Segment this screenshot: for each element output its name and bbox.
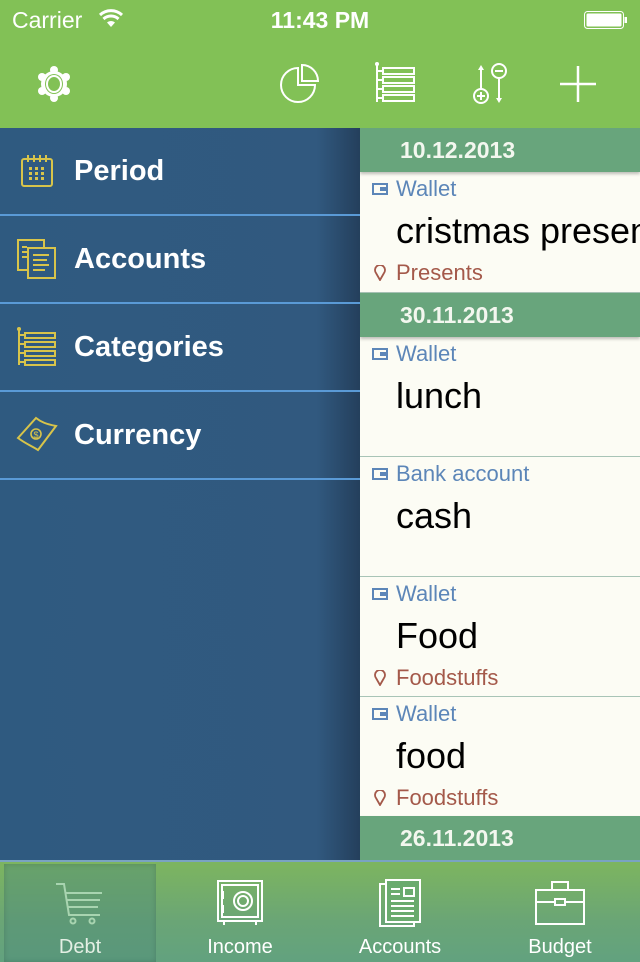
add-button[interactable] <box>554 60 602 108</box>
gear-icon[interactable] <box>30 60 78 108</box>
account-label: Wallet <box>372 341 456 367</box>
menu-item-accounts[interactable]: Accounts <box>0 216 360 304</box>
date-header: 26.11.2013 <box>360 816 640 860</box>
category-tree-icon[interactable] <box>372 60 420 108</box>
status-bar: Carrier 11:43 PM <box>0 0 640 40</box>
account-label: Wallet <box>372 176 456 202</box>
tab-bar: Debt Income Accounts Budget <box>0 860 640 962</box>
tab-budget[interactable]: Budget <box>484 864 636 962</box>
account-label: Bank account <box>372 461 529 487</box>
category-pin-icon <box>374 790 386 806</box>
category-label: Foodstuffs <box>372 785 498 811</box>
tab-label: Accounts <box>358 936 442 958</box>
tab-label: Income <box>207 936 273 958</box>
transaction-row[interactable]: Bank account cash <box>360 457 640 577</box>
menu-item-categories[interactable]: Categories <box>0 304 360 392</box>
tab-accounts[interactable]: Accounts <box>324 864 476 962</box>
category-tree-icon <box>16 326 58 368</box>
documents-icon <box>16 238 58 280</box>
calendar-icon <box>16 150 58 192</box>
side-menu: Period Accounts Categories $ Currency <box>0 128 360 860</box>
pie-chart-icon[interactable] <box>276 60 324 108</box>
date-header: 10.12.2013 <box>360 128 640 172</box>
newspaper-icon <box>324 872 476 934</box>
transaction-row[interactable]: Wallet cristmas presents Presents <box>360 172 640 293</box>
wallet-icon <box>372 183 388 195</box>
menu-label: Categories <box>74 330 224 363</box>
transaction-row[interactable]: Wallet food Foodstuffs <box>360 697 640 816</box>
shopping-cart-icon <box>4 872 156 934</box>
menu-label: Accounts <box>74 242 207 275</box>
account-label: Wallet <box>372 581 456 607</box>
menu-label: Currency <box>74 418 202 451</box>
battery-icon <box>584 11 628 29</box>
navigation-bar: Carrier 11:43 PM <box>0 0 640 128</box>
briefcase-icon <box>484 872 636 934</box>
tab-income[interactable]: Income <box>164 864 316 962</box>
category-pin-icon <box>374 670 386 686</box>
category-label: Foodstuffs <box>372 665 498 691</box>
menu-label: Period <box>74 154 165 187</box>
svg-text:$: $ <box>33 430 38 440</box>
transaction-row[interactable]: Wallet lunch <box>360 337 640 457</box>
tab-label: Debt <box>58 936 102 958</box>
transaction-title: food <box>396 735 467 776</box>
income-expense-toggle-icon[interactable] <box>468 60 516 108</box>
transaction-row[interactable]: Wallet Food Foodstuffs <box>360 577 640 697</box>
category-label: Presents <box>372 260 483 286</box>
transaction-list: 10.12.2013 Wallet cristmas presents Pres… <box>360 128 640 860</box>
banknote-icon: $ <box>16 414 58 456</box>
wallet-icon <box>372 468 388 480</box>
account-label: Wallet <box>372 701 456 727</box>
transaction-title: lunch <box>396 375 483 416</box>
category-pin-icon <box>374 265 386 281</box>
tab-label: Budget <box>528 936 592 958</box>
safe-icon <box>164 872 316 934</box>
transaction-title: Food <box>396 615 479 656</box>
plus-icon <box>560 66 596 102</box>
menu-item-period[interactable]: Period <box>0 128 360 216</box>
transaction-title: cristmas presents <box>396 210 640 251</box>
wallet-icon <box>372 348 388 360</box>
menu-item-currency[interactable]: $ Currency <box>0 392 360 480</box>
date-header: 30.11.2013 <box>360 293 640 337</box>
wallet-icon <box>372 588 388 600</box>
clock: 11:43 PM <box>270 7 370 33</box>
wallet-icon <box>372 708 388 720</box>
tab-debt[interactable]: Debt <box>4 864 156 962</box>
transaction-title: cash <box>396 495 473 536</box>
